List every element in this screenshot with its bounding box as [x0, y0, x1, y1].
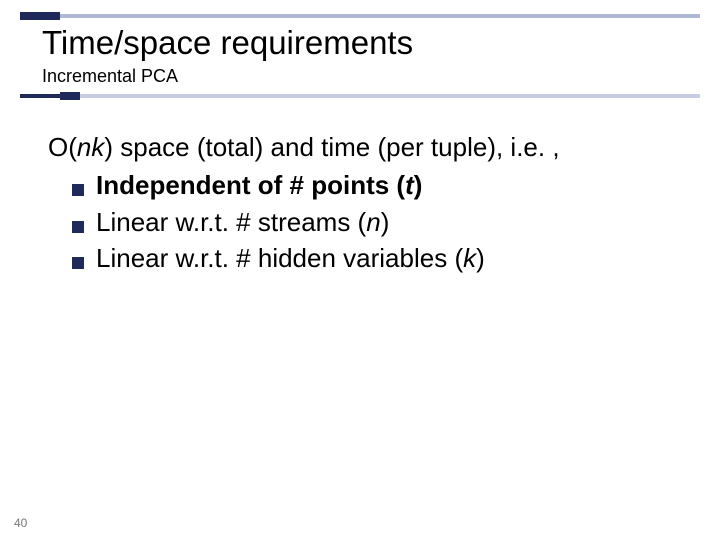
bullet-2-suffix: ): [381, 207, 390, 237]
square-bullet-icon: [72, 257, 84, 269]
bullet-1-bold-prefix: Independent of # points (: [96, 170, 405, 200]
bullet-1-text: Independent of # points (t): [96, 168, 422, 202]
lead-suffix: ) space (total) and time (per tuple), i.…: [104, 132, 559, 162]
square-bullet-icon: [72, 221, 84, 233]
bullet-2-text: Linear w.r.t. # streams (n): [96, 205, 389, 239]
lead-line: O(nk) space (total) and time (per tuple)…: [48, 130, 680, 164]
slide-body: O(nk) space (total) and time (per tuple)…: [48, 130, 680, 275]
top-accent-dark: [20, 12, 60, 20]
divider-light: [80, 94, 700, 98]
bullet-2-prefix: Linear w.r.t. # streams (: [96, 207, 366, 237]
top-accent-light: [60, 14, 700, 18]
divider-dark-left: [20, 94, 60, 98]
slide-subtitle: Incremental PCA: [42, 66, 178, 87]
bullet-1-bold-var: t: [405, 170, 414, 200]
divider-dark-block: [60, 92, 80, 100]
bullet-3-prefix: Linear w.r.t. # hidden variables (: [96, 243, 463, 273]
top-accent-bar: [20, 12, 700, 20]
lead-prefix: O(: [48, 132, 77, 162]
bullet-3-text: Linear w.r.t. # hidden variables (k): [96, 241, 485, 275]
slide-title: Time/space requirements: [42, 24, 413, 62]
page-number: 40: [14, 516, 27, 530]
bullet-1: Independent of # points (t): [72, 168, 680, 202]
bullet-2-var: n: [366, 207, 380, 237]
title-divider: [20, 92, 700, 100]
bullet-3: Linear w.r.t. # hidden variables (k): [72, 241, 680, 275]
square-bullet-icon: [72, 184, 84, 196]
lead-var: nk: [77, 132, 104, 162]
bullet-1-bold-suffix: ): [414, 170, 423, 200]
bullet-3-suffix: ): [476, 243, 485, 273]
bullet-3-var: k: [463, 243, 476, 273]
slide: Time/space requirements Incremental PCA …: [0, 0, 720, 540]
bullet-2: Linear w.r.t. # streams (n): [72, 205, 680, 239]
